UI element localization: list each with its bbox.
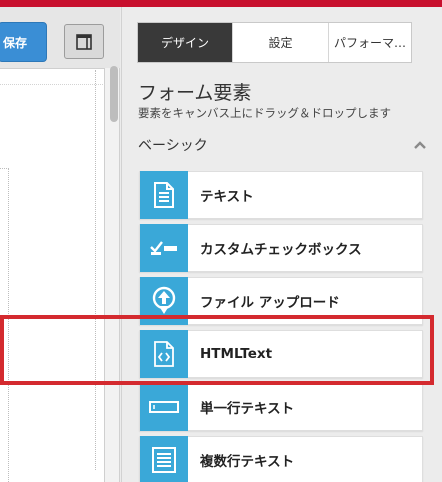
checkbox-icon [140,224,188,272]
element-item-multi-line-text[interactable]: 複数行テキスト [139,436,423,482]
single-line-icon [140,383,188,431]
form-canvas[interactable] [0,68,105,482]
tab-design[interactable]: デザイン [138,23,233,62]
element-label: 単一行テキスト [200,401,295,417]
element-label: テキスト [200,189,254,205]
chevron-up-icon[interactable] [413,139,427,151]
element-panel: デザイン 設定 パフォーマ… フォーム要素 要素をキャンバス上にドラッグ＆ドロッ… [121,7,442,482]
canvas-scrollbar[interactable] [105,68,120,482]
element-label: HTMLText [200,346,273,362]
scrollbar-thumb[interactable] [110,66,118,122]
brand-top-bar [0,0,442,7]
element-item-htmltext[interactable]: HTMLText [139,330,423,378]
save-button[interactable]: 保存 [0,22,47,62]
canvas-field-outline [0,168,9,482]
element-item-file-upload[interactable]: ファイル アップロード [139,277,423,325]
element-label: 複数行テキスト [200,454,295,470]
panel-tabs: デザイン 設定 パフォーマ… [137,22,412,63]
element-label: カスタムチェックボックス [200,242,362,258]
element-item-single-line-text[interactable]: 単一行テキスト [139,383,423,431]
canvas-guide-horizontal [0,84,105,85]
layout-toggle-button[interactable] [64,24,104,59]
section-description: 要素をキャンバス上にドラッグ＆ドロップします [138,106,391,120]
code-file-icon [140,330,188,378]
multi-line-icon [140,436,188,482]
save-button-label: 保存 [3,35,28,50]
layout-icon [76,33,92,50]
element-item-custom-checkbox[interactable]: カスタムチェックボックス [139,224,423,272]
canvas-guide-vertical [95,70,96,470]
section-title: フォーム要素 [138,82,252,104]
upload-icon [140,277,188,325]
document-icon [140,171,188,219]
group-label-basic[interactable]: ベーシック [138,135,208,155]
tab-settings[interactable]: 設定 [233,23,329,62]
element-item-text[interactable]: テキスト [139,171,423,219]
element-label: ファイル アップロード [200,295,340,311]
tab-performance[interactable]: パフォーマ… [329,23,411,62]
